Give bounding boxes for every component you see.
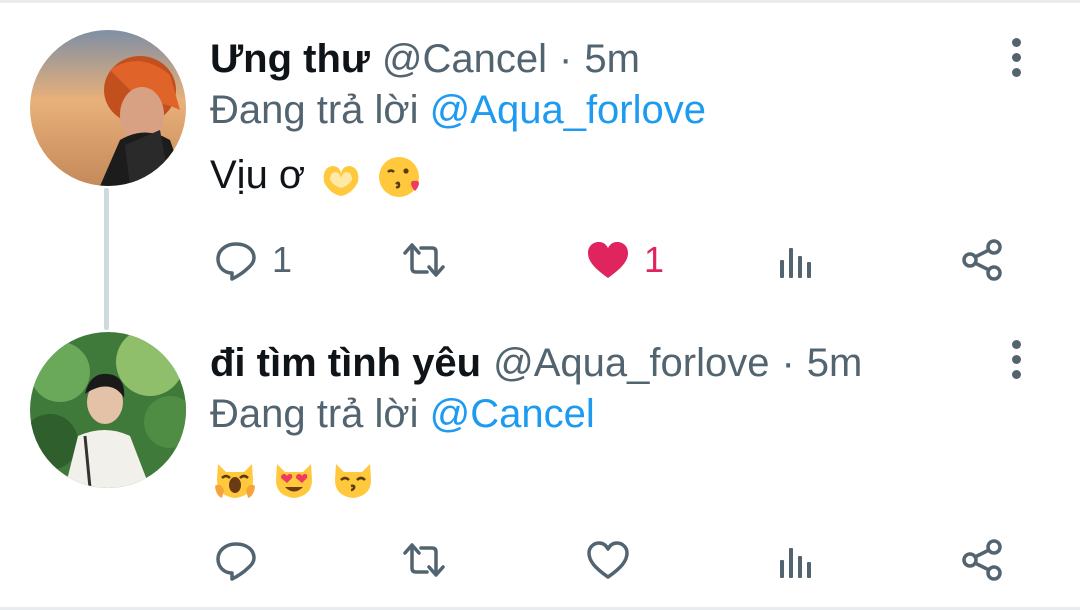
reply-button[interactable] <box>212 532 272 588</box>
replying-to: Đang trả lời @Aqua_forlove <box>210 86 706 134</box>
share-icon <box>962 539 1002 581</box>
share-button[interactable] <box>958 232 1006 288</box>
display-name[interactable]: Ưng thư <box>210 37 370 81</box>
kissing-cat-emoji <box>330 456 376 502</box>
tweet-actions <box>0 532 1080 588</box>
replying-to-label: Đang trả lời <box>210 88 419 132</box>
more-options-icon[interactable] <box>1004 38 1028 78</box>
tweet-aqua-forlove[interactable]: đi tìm tình yêu @Aqua_forlove · 5m Đang trả… <box>0 310 1080 610</box>
mention-link[interactable]: @Aqua_forlove <box>430 88 706 132</box>
analytics-icon <box>780 248 811 278</box>
face-blowing-kiss-emoji <box>377 154 423 200</box>
user-handle[interactable]: @Cancel <box>382 37 547 81</box>
analytics-icon <box>780 548 811 578</box>
views-button[interactable] <box>772 232 820 288</box>
tweet-actions: 1 1 <box>0 232 1080 288</box>
reply-icon <box>216 542 256 581</box>
replying-to-label: Đang trả lời <box>210 392 419 436</box>
more-options-icon[interactable] <box>1004 340 1028 380</box>
user-handle[interactable]: @Aqua_forlove <box>493 341 769 385</box>
heart-eyes-cat-emoji <box>271 456 317 502</box>
retweet-icon <box>403 243 445 277</box>
tweet-text <box>210 452 376 502</box>
timestamp[interactable]: 5m <box>584 37 640 81</box>
retweet-icon <box>403 543 445 577</box>
reply-count: 1 <box>272 239 293 280</box>
like-count: 1 <box>644 239 665 280</box>
avatar-cancel[interactable] <box>30 30 186 186</box>
share-button[interactable] <box>958 532 1006 588</box>
views-button[interactable] <box>772 532 820 588</box>
reply-icon <box>216 242 256 281</box>
heart-outline-icon <box>587 541 629 579</box>
heart-filled-icon <box>588 242 628 278</box>
tweet-header: Ưng thư @Cancel · 5m <box>210 35 640 83</box>
timestamp[interactable]: 5m <box>807 341 863 385</box>
like-button[interactable]: 1 <box>584 232 664 288</box>
tweet-text-content: Vịu ơ <box>210 153 306 197</box>
tweet-cancel[interactable]: Ưng thư @Cancel · 5m Đang trả lời @Aqua_for… <box>0 0 1080 310</box>
mention-link[interactable]: @Cancel <box>430 392 595 436</box>
display-name[interactable]: đi tìm tình yêu <box>210 341 481 385</box>
tweet-header: đi tìm tình yêu @Aqua_forlove · 5m <box>210 339 862 387</box>
weary-cat-emoji <box>212 456 258 502</box>
like-button[interactable] <box>584 532 644 588</box>
share-icon <box>962 239 1002 281</box>
tweet-text: Vịu ơ <box>210 150 423 200</box>
avatar-aqua-forlove[interactable] <box>30 332 186 488</box>
retweet-button[interactable] <box>400 232 448 288</box>
separator-dot: · <box>559 37 573 81</box>
retweet-button[interactable] <box>400 532 448 588</box>
replying-to: Đang trả lời @Cancel <box>210 390 595 438</box>
separator-dot: · <box>781 341 795 385</box>
reply-button[interactable]: 1 <box>212 232 292 288</box>
heart-hands-emoji <box>318 154 364 200</box>
